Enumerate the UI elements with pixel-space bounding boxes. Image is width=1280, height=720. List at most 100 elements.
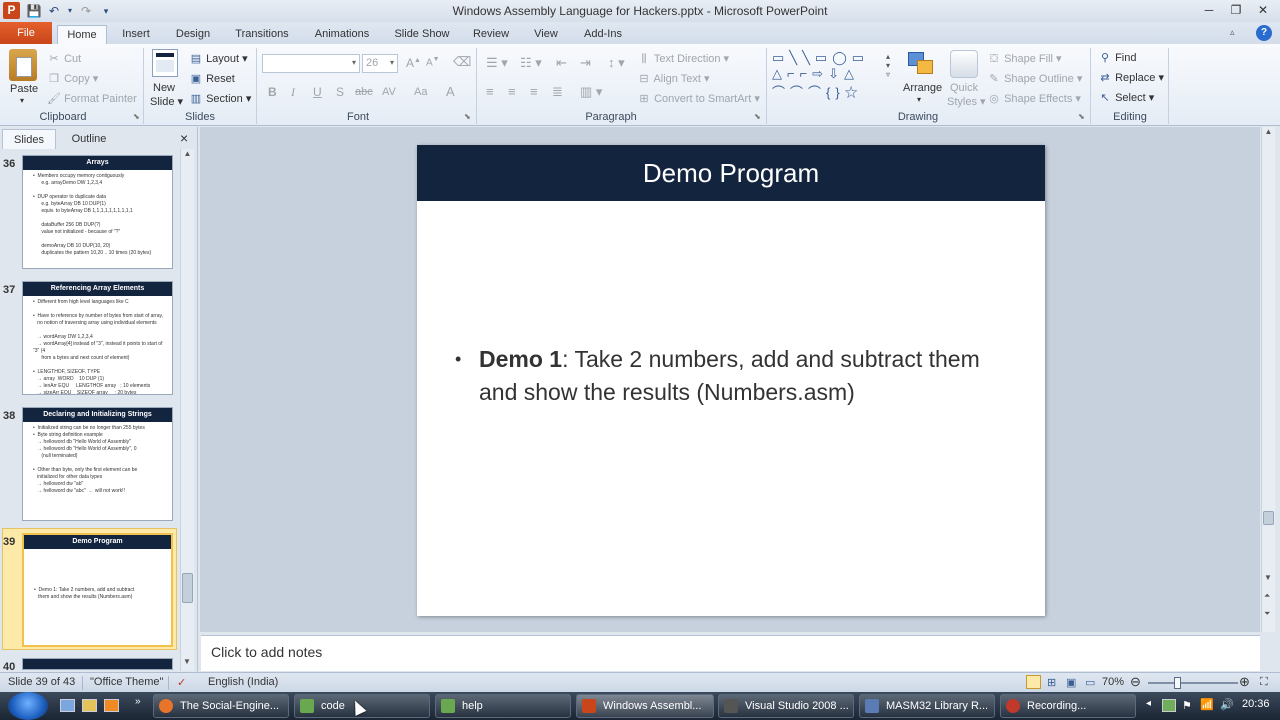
strikethrough-button[interactable]: abc: [355, 86, 373, 98]
slide-content[interactable]: • Demo 1: Take 2 numbers, add and subtra…: [455, 343, 1015, 409]
explorer-icon[interactable]: [82, 699, 97, 712]
bullets-button[interactable]: ☰ ▾: [486, 55, 508, 71]
previous-slide-icon[interactable]: ⏶: [1264, 591, 1270, 601]
normal-view-icon[interactable]: [1026, 675, 1041, 689]
language[interactable]: English (India): [208, 676, 278, 688]
tab-insert[interactable]: Insert: [112, 25, 160, 44]
font-size-dropdown-icon[interactable]: ▾: [390, 58, 394, 67]
media-player-icon[interactable]: [104, 699, 119, 712]
copy-button[interactable]: ❐ Copy ▾: [47, 72, 98, 85]
format-painter-button[interactable]: 🖌 Format Painter: [47, 92, 137, 105]
fit-slide-icon[interactable]: ⛶: [1260, 676, 1268, 689]
select-button[interactable]: ↖ Select ▾: [1098, 91, 1154, 104]
shape-fill-button[interactable]: ⛋ Shape Fill ▾: [987, 52, 1062, 66]
paragraph-launcher-icon[interactable]: ⬊: [754, 112, 761, 121]
tab-design[interactable]: Design: [168, 25, 218, 44]
maximize-button[interactable]: ❐: [1223, 2, 1249, 19]
new-slide-label-2[interactable]: Slide ▾: [150, 95, 183, 108]
font-color-button[interactable]: A: [446, 84, 455, 99]
slide-title[interactable]: Demo Program: [417, 145, 1045, 201]
taskbar-item[interactable]: MASM32 Library R...: [859, 694, 995, 718]
minimize-button[interactable]: ─: [1196, 2, 1222, 19]
notes-pane[interactable]: Click to add notes: [201, 635, 1260, 671]
clear-formatting-icon[interactable]: ⌫: [453, 54, 471, 70]
slide-sorter-view-icon[interactable]: ⊞: [1047, 676, 1056, 689]
volume-icon[interactable]: 🔊: [1220, 698, 1234, 711]
grow-font-button[interactable]: A▲: [406, 56, 421, 70]
reset-button[interactable]: ▣ Reset: [189, 72, 235, 85]
close-button[interactable]: ✕: [1250, 2, 1276, 19]
tab-transitions[interactable]: Transitions: [226, 25, 298, 44]
slide-scrollbar[interactable]: ▲ ▼ ⏶ ⏷: [1261, 127, 1275, 632]
shape-effects-button[interactable]: ◎ Shape Effects ▾: [987, 92, 1081, 105]
underline-button[interactable]: U: [313, 85, 322, 99]
shapes-more-icon[interactable]: ▴ ▾ ▿: [886, 52, 890, 79]
quick-styles-label-2[interactable]: Styles ▾: [947, 95, 986, 108]
paste-icon[interactable]: [9, 49, 37, 81]
spell-check-icon[interactable]: ✓: [177, 676, 186, 689]
quick-styles-icon[interactable]: [950, 50, 978, 78]
zoom-slider-track[interactable]: [1148, 682, 1238, 684]
change-case-button[interactable]: Aa: [414, 86, 427, 98]
new-slide-icon[interactable]: [152, 49, 178, 77]
slide-show-view-icon[interactable]: ▭: [1085, 676, 1095, 689]
tab-review[interactable]: Review: [466, 25, 516, 44]
taskbar-item[interactable]: Recording...: [1000, 694, 1136, 718]
slide-thumbnail[interactable]: Arrays • Members occupy memory contiguou…: [22, 155, 173, 269]
taskbar-item-active[interactable]: Windows Assembl...: [576, 694, 714, 718]
tray-expand-icon[interactable]: ◂: [1146, 698, 1151, 709]
taskbar-overflow-icon[interactable]: »: [135, 696, 141, 707]
zoom-slider-thumb[interactable]: [1174, 677, 1181, 689]
slide-thumbnail[interactable]: [22, 658, 173, 670]
shapes-gallery[interactable]: ▭╲╲▭◯▭ △⌐⌐⇨⇩△ ⌒⌒⌒{}☆: [772, 50, 882, 108]
tab-outline-panel[interactable]: Outline: [58, 129, 120, 149]
network-icon[interactable]: [1162, 699, 1176, 712]
notes-placeholder[interactable]: Click to add notes: [211, 644, 322, 660]
tab-home[interactable]: Home: [57, 25, 107, 44]
align-text-button[interactable]: ⊟ Align Text ▾: [637, 72, 709, 85]
find-button[interactable]: ⚲ Find: [1098, 51, 1137, 64]
font-name-box[interactable]: ▾: [262, 54, 360, 73]
theme-name[interactable]: "Office Theme": [90, 676, 163, 688]
slide-thumbnail[interactable]: Referencing Array Elements • Different f…: [22, 281, 173, 395]
quick-styles-label[interactable]: Quick: [950, 82, 978, 94]
minimize-ribbon-icon[interactable]: ▵: [1230, 27, 1235, 38]
slide-thumbnail-selected[interactable]: Demo Program • Demo 1: Take 2 numbers, a…: [22, 533, 173, 647]
paste-dropdown-icon[interactable]: ▾: [20, 96, 24, 105]
current-slide[interactable]: Demo Program • Demo 1: Take 2 numbers, a…: [417, 145, 1045, 616]
font-launcher-icon[interactable]: ⬊: [464, 112, 471, 121]
scroll-thumb[interactable]: [182, 573, 193, 603]
zoom-out-icon[interactable]: ⊖: [1130, 674, 1141, 690]
drawing-launcher-icon[interactable]: ⬊: [1078, 112, 1085, 121]
tab-view[interactable]: View: [524, 25, 568, 44]
scroll-down-arrow[interactable]: ▼: [183, 657, 191, 666]
line-spacing-button[interactable]: ↕ ▾: [608, 55, 625, 71]
paste-button[interactable]: Paste: [10, 83, 38, 95]
layout-button[interactable]: ▤ Layout ▾: [189, 52, 248, 65]
tab-animations[interactable]: Animations: [307, 25, 377, 44]
tab-slide-show[interactable]: Slide Show: [387, 25, 457, 44]
zoom-in-icon[interactable]: ⊕: [1239, 674, 1250, 690]
arrange-dropdown-icon[interactable]: ▾: [917, 95, 921, 104]
scroll-up-arrow[interactable]: ▲: [181, 149, 194, 158]
slide-thumbnail[interactable]: Declaring and Initializing Strings • Ini…: [22, 407, 173, 521]
reading-view-icon[interactable]: ▣: [1066, 676, 1076, 689]
taskbar-item[interactable]: The Social-Engine...: [153, 694, 289, 718]
taskbar-item[interactable]: Visual Studio 2008 ...: [718, 694, 854, 718]
font-size-box[interactable]: 26 ▾: [362, 54, 398, 73]
close-panel-icon[interactable]: ×: [180, 130, 188, 146]
character-spacing-button[interactable]: AV: [382, 86, 396, 98]
shrink-font-button[interactable]: A▼: [426, 56, 440, 68]
next-slide-icon[interactable]: ⏷: [1264, 609, 1270, 619]
zoom-level[interactable]: 70%: [1102, 676, 1124, 688]
new-slide-label[interactable]: New: [153, 82, 175, 94]
bold-button[interactable]: B: [268, 85, 277, 99]
tab-slides-panel[interactable]: Slides: [2, 129, 56, 149]
tab-file[interactable]: File: [0, 22, 52, 44]
flag-icon[interactable]: ⚑: [1182, 699, 1192, 712]
arrange-icon[interactable]: [906, 50, 936, 78]
numbering-button[interactable]: ☷ ▾: [520, 55, 542, 71]
wifi-icon[interactable]: 📶: [1200, 698, 1214, 711]
convert-smartart-button[interactable]: ⊞ Convert to SmartArt ▾: [637, 92, 759, 105]
text-direction-button[interactable]: ⫼ Text Direction ▾: [637, 52, 729, 66]
